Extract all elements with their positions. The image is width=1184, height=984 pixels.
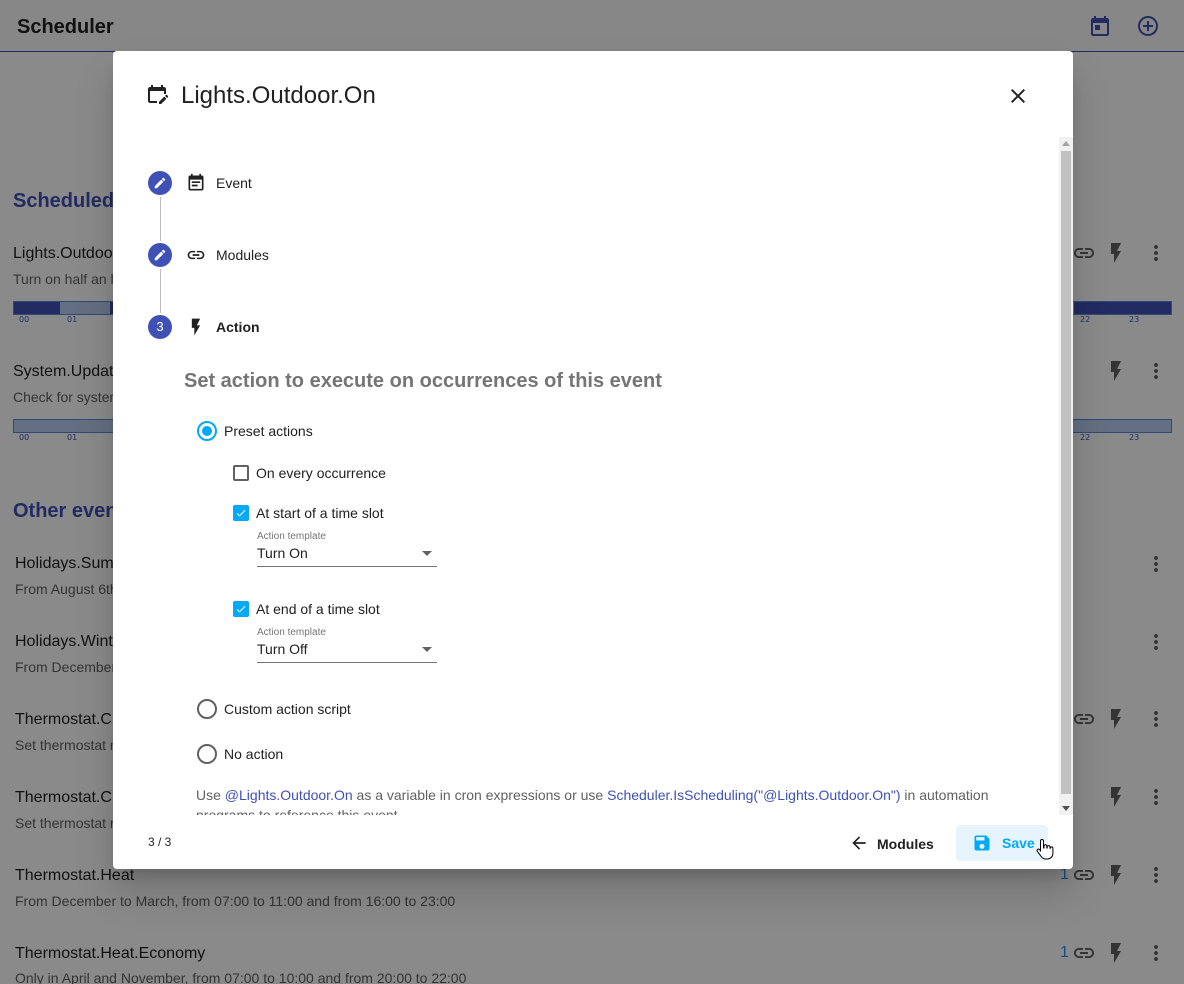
back-button[interactable]: Modules [841,826,951,862]
stepper-connector [160,269,161,313]
no-action-radio[interactable] [197,744,217,764]
dialog-content: Event Modules 3 Action Set action to exe… [113,137,1059,815]
step-edit-badge [148,243,172,267]
hint-text: as a variable in cron expressions or use [352,787,608,803]
hint-text: Use [196,787,225,803]
start-action-template-select[interactable]: Action template Turn On [257,531,437,567]
hand-cursor-icon [1036,838,1054,860]
scrollbar-thumb[interactable] [1061,151,1071,794]
save-icon [974,835,990,851]
radio-label: Preset actions [224,423,313,439]
action-heading: Set action to execute on occurrences of … [184,370,662,392]
step-edit-badge [148,171,172,195]
select-caption: Action template [257,627,326,638]
every-occurrence-checkbox[interactable] [233,465,249,481]
variable-name: @Lights.Outdoor.On [224,787,353,803]
check-icon [236,509,246,517]
checkbox-label: On every occurrence [256,465,386,481]
edit-calendar-icon [148,85,169,104]
end-of-slot-checkbox[interactable] [233,601,249,617]
step-counter: 3 / 3 [148,835,172,849]
bolt-icon [191,318,201,336]
check-icon [236,605,246,613]
select-value: Turn On [257,545,308,561]
step-label: Modules [216,247,269,263]
preset-actions-radio[interactable] [197,421,217,441]
select-caption: Action template [257,531,326,542]
stepper-connector [160,197,161,241]
pencil-icon [154,249,166,261]
step-number: 3 [148,315,172,339]
event-note-icon [188,173,204,191]
save-button[interactable]: Save [956,825,1048,861]
dropdown-arrow-icon [422,647,432,652]
radio-label: No action [224,746,284,762]
save-label: Save [1002,835,1035,851]
scroll-down-arrow-icon[interactable] [1062,806,1070,811]
radio-label: Custom action script [224,701,351,717]
custom-script-radio[interactable] [197,699,217,719]
checkbox-label: At end of a time slot [256,601,380,617]
select-value: Turn Off [257,641,308,657]
end-action-template-select[interactable]: Action template Turn Off [257,627,437,663]
link-icon [187,250,205,260]
step-label: Event [216,175,252,191]
pencil-icon [154,177,166,189]
usage-hint: Use @Lights.Outdoor.On as a variable in … [196,785,1016,815]
function-call: Scheduler.IsScheduling("@Lights.Outdoor.… [607,787,901,803]
dialog-title: Lights.Outdoor.On [181,82,376,109]
step-label: Action [216,319,260,335]
checkbox-label: At start of a time slot [256,505,384,521]
start-of-slot-checkbox[interactable] [233,505,249,521]
scroll-up-arrow-icon[interactable] [1062,141,1070,146]
close-icon[interactable] [1006,84,1030,108]
back-label: Modules [877,836,934,852]
event-action-dialog: Lights.Outdoor.On Event Modules 3 Action… [113,51,1073,869]
dropdown-arrow-icon [422,551,432,556]
dialog-scrollbar[interactable] [1059,137,1073,815]
arrow-back-icon [852,836,866,850]
dialog-footer: 3 / 3 Modules Save [113,815,1073,869]
